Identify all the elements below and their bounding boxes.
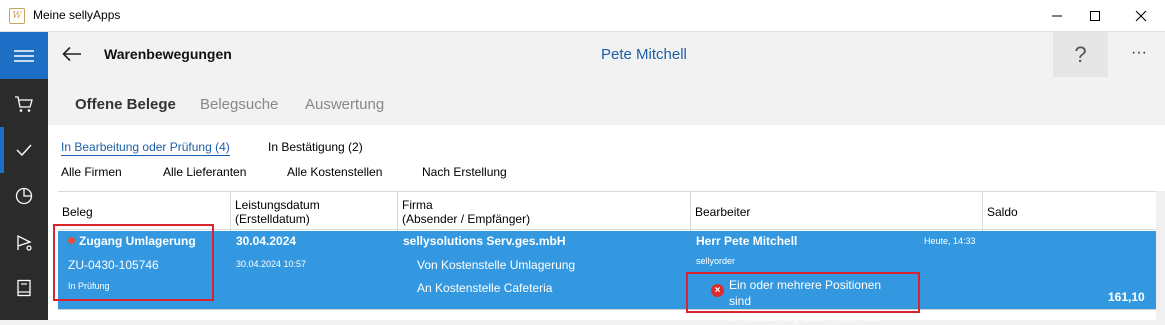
back-arrow-icon <box>62 46 81 62</box>
column-header-firma[interactable]: Firma (Absender / Empfänger) <box>397 192 690 231</box>
app-icon: W <box>9 8 25 24</box>
checkmark-icon <box>16 144 32 156</box>
sidebar-item-routing[interactable] <box>0 219 48 265</box>
editor-app: sellyorder <box>696 256 736 266</box>
window-titlebar: W Meine sellyApps <box>0 0 1165 32</box>
column-header-bearbeiter[interactable]: Bearbeiter <box>690 192 982 231</box>
table-row[interactable] <box>58 309 1156 320</box>
routing-icon <box>17 234 32 251</box>
balance-value: 161,10 <box>1108 290 1145 304</box>
close-icon <box>1135 10 1147 22</box>
column-header-saldo[interactable]: Saldo <box>982 192 1156 231</box>
column-header-sublabel: (Absender / Empfänger) <box>402 211 531 226</box>
highlight-box-error <box>686 272 920 313</box>
maximize-button[interactable] <box>1072 0 1118 32</box>
tab-auswertung[interactable]: Auswertung <box>305 96 384 113</box>
sidebar-item-cart[interactable] <box>0 81 48 127</box>
page-title: Warenbewegungen <box>104 46 232 62</box>
column-header-leistungsdatum[interactable]: Leistungsdatum (Erstelldatum) <box>230 192 397 231</box>
column-header-label: Saldo <box>987 204 1018 219</box>
sidebar-item-check[interactable] <box>0 127 48 173</box>
maximize-icon <box>1090 11 1100 21</box>
help-button[interactable]: ? <box>1053 32 1108 77</box>
back-button[interactable] <box>58 40 86 68</box>
created-date: 30.04.2024 10:57 <box>236 259 307 269</box>
column-header-sublabel: (Erstelldatum) <box>235 211 310 226</box>
filter-firmen[interactable]: Alle Firmen <box>61 165 122 179</box>
subtab-in-bestaetigung[interactable]: In Bestätigung (2) <box>268 140 363 154</box>
column-header-label: Leistungsdatum <box>235 197 320 212</box>
subtab-in-bearbeitung[interactable]: In Bearbeitung oder Prüfung (4) <box>61 140 230 156</box>
tab-offene-belege[interactable]: Offene Belege <box>75 96 176 113</box>
sidebar-item-reports[interactable] <box>0 173 48 219</box>
minimize-icon <box>1052 15 1062 17</box>
user-name: Pete Mitchell <box>601 46 687 63</box>
column-header-label: Beleg <box>62 204 93 219</box>
pie-chart-icon <box>15 187 33 205</box>
book-icon <box>17 279 31 297</box>
table-header: Beleg Leistungsdatum (Erstelldatum) Firm… <box>58 191 1156 231</box>
filter-erstellung[interactable]: Nach Erstellung <box>422 165 507 179</box>
cost-center-to: An Kostenstelle Cafeteria <box>417 281 553 295</box>
sidebar-item-book[interactable] <box>0 265 48 311</box>
service-date: 30.04.2024 <box>236 234 297 248</box>
more-dots-icon: ··· <box>1131 44 1147 61</box>
sidebar-menu-button[interactable] <box>0 32 48 79</box>
app-header: Warenbewegungen Pete Mitchell ? ··· <box>48 32 1165 77</box>
close-button[interactable] <box>1118 0 1164 32</box>
question-mark-icon: ? <box>1074 41 1087 67</box>
sidebar-active-indicator <box>0 127 4 173</box>
table-row-selected[interactable]: Zugang Umlagerung ZU-0430-105746 In Prüf… <box>58 231 1156 324</box>
main-tabs: Offene Belege Belegsuche Auswertung <box>48 77 1165 125</box>
column-header-label: Bearbeiter <box>695 204 751 219</box>
tab-belegsuche[interactable]: Belegsuche <box>200 96 278 113</box>
editor-name: Herr Pete Mitchell <box>696 234 798 248</box>
window-title: Meine sellyApps <box>33 8 121 22</box>
cart-icon <box>15 96 33 112</box>
content-panel: In Bearbeitung oder Prüfung (4) In Bestä… <box>48 125 1165 324</box>
filter-lieferanten[interactable]: Alle Lieferanten <box>163 165 246 179</box>
filter-kostenstellen[interactable]: Alle Kostenstellen <box>287 165 382 179</box>
highlight-box-document <box>53 224 214 301</box>
company-name: sellysolutions Serv.ges.mbH <box>403 234 566 248</box>
table-scrollbar[interactable] <box>1156 191 1165 320</box>
cost-center-from: Von Kostenstelle Umlagerung <box>417 258 576 272</box>
sidebar <box>0 32 48 320</box>
editor-timestamp: Heute, 14:33 <box>924 236 976 246</box>
hamburger-menu-icon <box>14 49 34 62</box>
documents-table: Beleg Leistungsdatum (Erstelldatum) Firm… <box>58 191 1156 324</box>
more-options-button[interactable]: ··· <box>1124 44 1154 68</box>
column-header-label: Firma <box>402 197 433 212</box>
